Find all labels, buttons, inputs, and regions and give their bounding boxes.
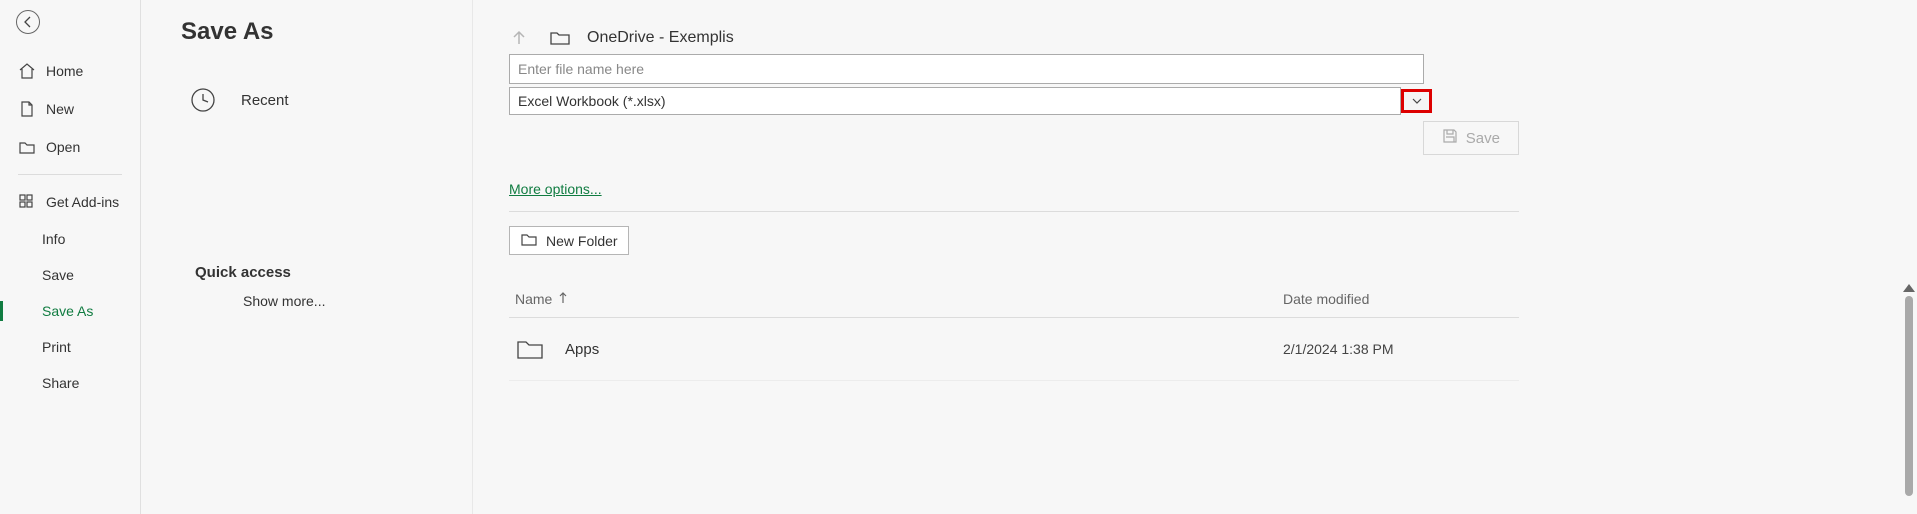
nav-open[interactable]: Open — [0, 128, 140, 166]
addins-icon — [18, 193, 36, 211]
nav-share-label: Share — [42, 375, 79, 391]
folder-open-icon — [18, 138, 36, 156]
file-list-header: Name Date modified — [509, 291, 1519, 318]
new-folder-button[interactable]: New Folder — [509, 226, 629, 255]
home-icon — [18, 62, 36, 80]
location-recent[interactable]: Recent — [181, 74, 464, 126]
sort-asc-icon — [558, 291, 568, 307]
nav-get-addins-label: Get Add-ins — [46, 194, 119, 210]
quick-access-header: Quick access — [195, 264, 464, 281]
folder-item-icon — [515, 336, 545, 362]
column-name-label: Name — [515, 291, 552, 307]
nav-open-label: Open — [46, 139, 80, 155]
page-title: Save As — [181, 18, 464, 46]
nav-get-addins[interactable]: Get Add-ins — [0, 183, 140, 221]
breadcrumb: OneDrive - Exemplis — [509, 28, 1881, 48]
save-disk-icon — [1442, 128, 1458, 148]
breadcrumb-path[interactable]: OneDrive - Exemplis — [587, 29, 734, 47]
file-name: Apps — [565, 341, 1283, 358]
nav-share[interactable]: Share — [0, 365, 140, 401]
folder-icon — [549, 28, 571, 48]
nav-divider — [18, 174, 122, 175]
more-options-link[interactable]: More options... — [509, 181, 602, 197]
nav-info[interactable]: Info — [0, 221, 140, 257]
divider — [509, 211, 1519, 212]
nav-new[interactable]: New — [0, 90, 140, 128]
file-date: 2/1/2024 1:38 PM — [1283, 341, 1513, 357]
nav-new-label: New — [46, 101, 74, 117]
arrow-left-icon — [19, 13, 37, 31]
nav-save-label: Save — [42, 267, 74, 283]
filename-input[interactable] — [509, 54, 1424, 84]
scroll-thumb[interactable] — [1905, 296, 1913, 496]
filetype-dropdown-button[interactable] — [1401, 89, 1432, 113]
column-date-header[interactable]: Date modified — [1283, 291, 1513, 307]
main-panel: OneDrive - Exemplis Excel Workbook (*.xl… — [473, 0, 1917, 514]
nav-save-as-label: Save As — [42, 303, 93, 319]
locations-blank-area — [181, 126, 464, 250]
nav-print-label: Print — [42, 339, 71, 355]
nav-home-label: Home — [46, 63, 83, 79]
new-folder-icon — [520, 231, 538, 250]
nav-save-as[interactable]: Save As — [0, 293, 140, 329]
nav-home[interactable]: Home — [0, 52, 140, 90]
save-button[interactable]: Save — [1423, 121, 1519, 155]
filetype-select[interactable]: Excel Workbook (*.xlsx) — [509, 87, 1401, 115]
clock-icon — [185, 82, 221, 118]
nav-save[interactable]: Save — [0, 257, 140, 293]
scrollbar[interactable] — [1901, 284, 1917, 496]
nav-sidebar: Home New Open Get Add-ins Info Save — [0, 0, 141, 514]
new-folder-label: New Folder — [546, 233, 618, 249]
up-arrow-icon[interactable] — [509, 28, 529, 48]
nav-info-label: Info — [42, 231, 65, 247]
nav-print[interactable]: Print — [0, 329, 140, 365]
locations-panel: Save As Recent Quick access Show more... — [141, 0, 473, 514]
scroll-up-arrow-icon[interactable] — [1903, 284, 1915, 292]
show-more-link[interactable]: Show more... — [243, 293, 464, 309]
back-button[interactable] — [16, 10, 40, 34]
new-file-icon — [18, 100, 36, 118]
column-date-label: Date modified — [1283, 291, 1369, 307]
save-button-label: Save — [1466, 130, 1500, 147]
chevron-down-icon — [1412, 98, 1422, 104]
file-row[interactable]: Apps 2/1/2024 1:38 PM — [509, 318, 1519, 381]
column-name-header[interactable]: Name — [515, 291, 1283, 307]
location-recent-label: Recent — [241, 92, 289, 109]
